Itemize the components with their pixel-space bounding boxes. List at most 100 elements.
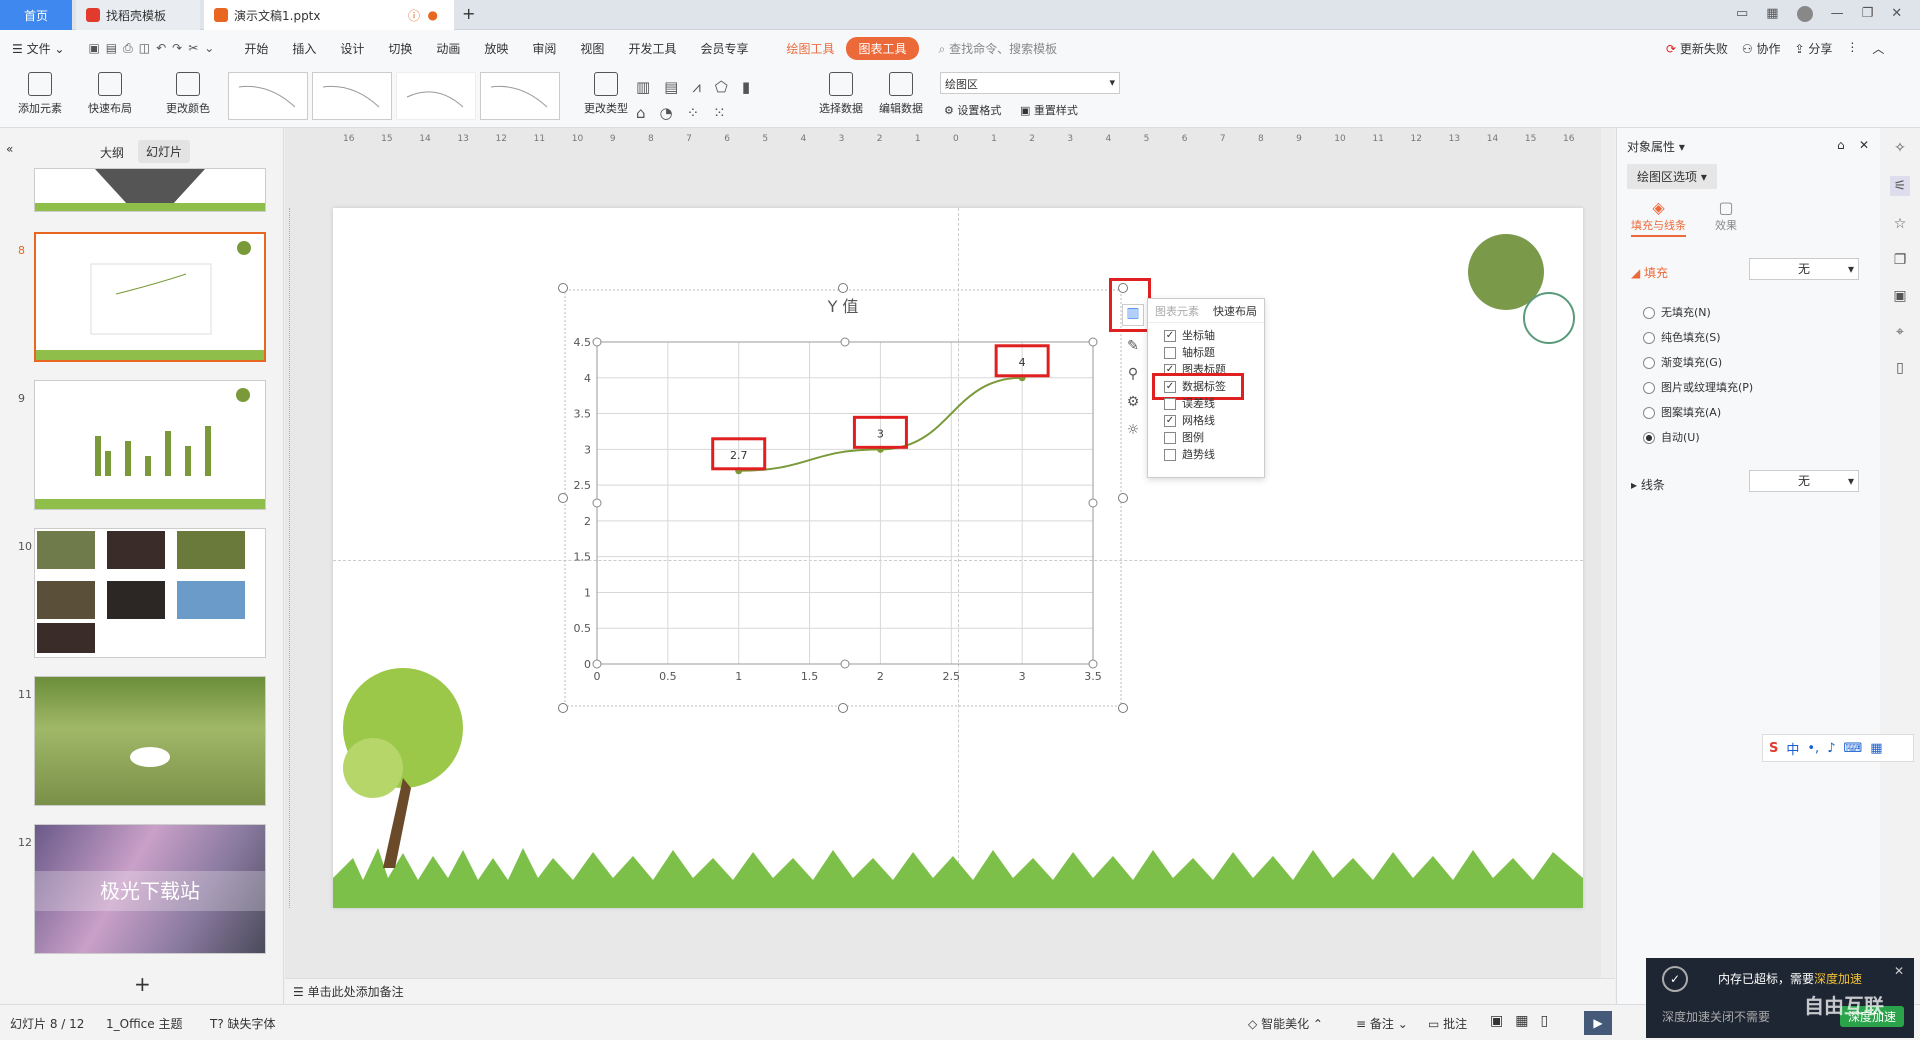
tab-fill-line[interactable]: ◈ 填充与线条	[1631, 198, 1686, 237]
slide-thumb-11[interactable]	[34, 676, 266, 806]
fill-option[interactable]: 图案填充(A)	[1643, 400, 1753, 425]
avatar[interactable]	[1796, 6, 1813, 22]
quick-access-icons[interactable]: ▣▤⎙◫↶↷✂⌄	[76, 41, 232, 56]
menu-drawing-tools[interactable]: 绘图工具	[774, 40, 846, 57]
collapse-ribbon-icon[interactable]: ︿	[1872, 40, 1884, 57]
menu-member[interactable]: 会员专享	[688, 40, 760, 57]
menu-review[interactable]: 审阅	[520, 40, 568, 57]
set-format-button[interactable]: ⚙ 设置格式	[944, 102, 1001, 118]
chart-style-1[interactable]	[228, 72, 308, 120]
menu-chart-tools[interactable]: 图表工具	[846, 36, 919, 60]
slide-thumb-7[interactable]	[34, 168, 266, 212]
fill-option[interactable]: 自动(U)	[1643, 425, 1753, 450]
resize-handle-bl[interactable]	[558, 703, 568, 713]
checkbox-checked-icon[interactable]: ✓	[1164, 415, 1176, 427]
chart-element-option[interactable]: 趋势线	[1164, 446, 1264, 463]
checkbox-icon[interactable]	[1164, 347, 1176, 359]
menu-insert[interactable]: 插入	[280, 40, 328, 57]
fill-option[interactable]: 纯色填充(S)	[1643, 325, 1753, 350]
line-chart[interactable]: Y 值 0 0.5 1 1.5 2 2.5 3 3.5 4 4.5 0 0.5 1 1.5 2 2.5 3 3.5 2…	[563, 288, 1123, 708]
chart-type-icons[interactable]: ▥▤⩘⬠▮ ⌂◔⁘⁙	[636, 74, 806, 126]
normal-view-icon[interactable]: ▣	[1490, 1013, 1503, 1029]
tab-docer[interactable]: 找稻壳模板	[76, 0, 200, 30]
update-failed[interactable]: ⟳ 更新失败	[1666, 40, 1728, 57]
chart-settings-icon[interactable]: ⚙	[1127, 394, 1140, 410]
tab-chart-elements[interactable]: 图表元素	[1148, 303, 1206, 319]
chart-style-4[interactable]	[480, 72, 560, 120]
select-data-button[interactable]: 选择数据	[816, 70, 866, 116]
chart-tips-icon[interactable]: ☼	[1127, 422, 1140, 438]
slide-thumb-12[interactable]: 极光下载站	[34, 824, 266, 954]
line-select[interactable]: 无 ▾	[1749, 470, 1859, 492]
edit-data-button[interactable]: 编辑数据	[876, 70, 926, 116]
hamburger-icon[interactable]: ☰ 文件 ⌄	[0, 40, 76, 57]
chart-element-option[interactable]: 误差线	[1164, 395, 1264, 412]
warning-icon[interactable]: ⓘ	[408, 7, 420, 24]
ime-lang[interactable]: 中	[1786, 739, 1799, 758]
collab-button[interactable]: ⚇ 协作	[1742, 40, 1781, 57]
more-icon[interactable]: ⋮	[1846, 40, 1858, 57]
chart-filter-icon[interactable]: ⚲	[1128, 366, 1138, 382]
add-element-button[interactable]: 添加元素	[10, 70, 70, 116]
search-command[interactable]: ⌕ 查找命令、搜索模板	[927, 40, 1070, 57]
fill-option[interactable]: 渐变填充(G)	[1643, 350, 1753, 375]
radio-icon[interactable]	[1643, 307, 1655, 319]
chart-style-3[interactable]	[396, 72, 476, 120]
resize-handle-t[interactable]	[838, 283, 848, 293]
fill-option[interactable]: 图片或纹理填充(P)	[1643, 375, 1753, 400]
close-notification-icon[interactable]: ✕	[1894, 964, 1904, 978]
tab-home[interactable]: 首页	[0, 0, 72, 30]
properties-icon[interactable]: ⚟	[1889, 176, 1911, 196]
outline-tab[interactable]: 大纲	[100, 144, 124, 161]
location-icon[interactable]: ⌖	[1896, 324, 1904, 340]
menu-transition[interactable]: 切换	[376, 40, 424, 57]
beautify-button[interactable]: ◇ 智能美化 ⌃	[1248, 1015, 1323, 1032]
chart-element-option[interactable]: 轴标题	[1164, 344, 1264, 361]
fill-option[interactable]: 无填充(N)	[1643, 300, 1753, 325]
fill-select[interactable]: 无 ▾	[1749, 258, 1859, 280]
copy-icon[interactable]: ❐	[1894, 252, 1907, 268]
radio-icon[interactable]	[1643, 407, 1655, 419]
reading-view-icon[interactable]: ▯	[1540, 1013, 1548, 1029]
chart-element-option[interactable]: ✓ 数据标签	[1152, 373, 1264, 400]
sorter-view-icon[interactable]: ▦	[1515, 1013, 1528, 1029]
comment-toggle[interactable]: ▭ 批注	[1428, 1015, 1467, 1032]
mic-icon[interactable]: ♪	[1827, 741, 1835, 756]
image-icon[interactable]: ▣	[1893, 288, 1906, 304]
checkbox-checked-icon[interactable]: ✓	[1164, 330, 1176, 342]
keyboard-icon[interactable]: ⌨	[1844, 741, 1863, 756]
tab-document[interactable]: 演示文稿1.pptx ⓘ ●	[204, 0, 454, 30]
change-color-button[interactable]: 更改颜色	[158, 70, 218, 116]
slide-8[interactable]: Y 值 0 0.5 1 1.5 2 2.5 3 3.5 4 4.5 0 0.5 1 1.5 2 2.5 3 3.5 2…	[333, 208, 1583, 908]
chart-style-2[interactable]	[312, 72, 392, 120]
checkbox-icon[interactable]	[1164, 449, 1176, 461]
slide-thumb-10[interactable]	[34, 528, 266, 658]
checkbox-icon[interactable]	[1164, 398, 1176, 410]
menu-design[interactable]: 设计	[328, 40, 376, 57]
play-icon[interactable]: ▶	[1584, 1011, 1612, 1035]
collapse-pane-icon[interactable]: «	[6, 142, 13, 156]
book-icon[interactable]: ▯	[1896, 360, 1904, 376]
tab-effect[interactable]: ▢ 效果	[1715, 198, 1737, 233]
share-button[interactable]: ⇪ 分享	[1795, 40, 1833, 57]
layout-icon[interactable]: ▭	[1736, 6, 1748, 22]
resize-handle-br[interactable]	[1118, 703, 1128, 713]
restore-icon[interactable]: ❐	[1862, 6, 1874, 22]
vertical-scrollbar[interactable]	[1601, 128, 1615, 978]
menu-slideshow[interactable]: 放映	[472, 40, 520, 57]
object-properties-title[interactable]: 对象属性 ▾	[1627, 138, 1685, 155]
area-options-dropdown[interactable]: 绘图区选项 ▾	[1627, 164, 1717, 189]
slide-thumb-9[interactable]	[34, 380, 266, 510]
animation-icon[interactable]: ✧	[1894, 140, 1906, 156]
checkbox-icon[interactable]	[1164, 432, 1176, 444]
chart-style-icon[interactable]: ✎	[1127, 338, 1139, 354]
reset-style-button[interactable]: ▣ 重置样式	[1020, 102, 1078, 118]
grid-icon[interactable]: ▦	[1870, 741, 1882, 756]
tab-quick-layout[interactable]: 快速布局	[1206, 303, 1264, 319]
minimize-icon[interactable]: —	[1831, 6, 1844, 22]
apps-icon[interactable]: ▦	[1766, 6, 1778, 22]
change-type-button[interactable]: 更改类型	[578, 70, 634, 116]
quick-layout-button[interactable]: 快速布局	[80, 70, 140, 116]
new-tab-icon[interactable]: +	[462, 4, 475, 23]
pin-icon[interactable]: ⌂	[1837, 138, 1845, 152]
